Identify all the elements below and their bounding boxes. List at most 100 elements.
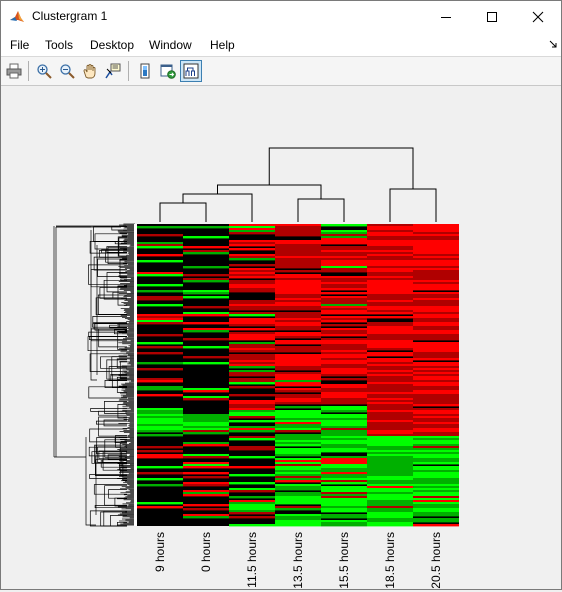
heatmap-cell xyxy=(137,478,183,481)
heatmap-cell xyxy=(229,324,275,327)
column-dendrogram-link xyxy=(268,147,414,189)
heatmap-cell xyxy=(321,524,367,527)
matlab-logo-icon xyxy=(9,9,25,25)
heatmap-cell xyxy=(275,508,321,511)
heatmap-cell xyxy=(183,226,229,229)
heatmap-cell xyxy=(137,246,183,249)
heatmap-cell xyxy=(229,314,275,317)
heatmap-cell xyxy=(275,270,321,273)
heatmap-cell xyxy=(183,346,229,349)
heatmap-cell xyxy=(137,484,183,487)
heatmap-cell xyxy=(137,298,183,301)
heatmap-cell xyxy=(229,394,275,397)
clustergram-plot[interactable]: 9 hours 0 hours 11.5 hours 13.5 hours 15.5 h… xyxy=(1,85,561,589)
insert-dendrogram-icon xyxy=(183,63,199,79)
heatmap-cell xyxy=(183,504,229,507)
heatmap-cell xyxy=(137,234,183,237)
heatmap-cell xyxy=(367,348,413,351)
heatmap-cell xyxy=(137,304,183,307)
heatmap-cell xyxy=(275,368,321,371)
window-title: Clustergram 1 xyxy=(32,9,108,23)
heatmap-cell xyxy=(183,516,229,519)
heatmap-cell xyxy=(413,520,459,523)
heatmap-cell xyxy=(137,322,183,325)
menu-file[interactable]: File xyxy=(10,38,29,52)
heatmap-cell xyxy=(183,444,229,447)
close-button[interactable] xyxy=(515,1,561,32)
zoom-in-button[interactable] xyxy=(33,60,55,82)
heatmap-cell xyxy=(183,314,229,317)
heatmap-cell xyxy=(321,312,367,315)
insert-dendrogram-button[interactable] xyxy=(180,60,202,82)
column-label: 15.5 hours xyxy=(337,532,351,589)
heatmap-cell xyxy=(229,374,275,377)
heatmap-cell xyxy=(229,244,275,247)
heatmap-cell xyxy=(183,292,229,295)
export-group-button[interactable] xyxy=(157,60,179,82)
export-group-icon xyxy=(160,64,176,79)
heatmap-cell xyxy=(321,320,367,323)
heatmap-cell xyxy=(275,384,321,387)
heatmap-cell xyxy=(137,346,183,349)
heatmap-cell xyxy=(275,390,321,393)
heatmap-cell xyxy=(321,510,367,513)
heatmap-cell xyxy=(229,232,275,235)
heatmap-cell xyxy=(183,390,229,393)
data-cursor-button[interactable] xyxy=(102,60,124,82)
heatmap-cell xyxy=(275,342,321,345)
menu-desktop[interactable]: Desktop xyxy=(90,38,134,52)
menu-tools[interactable]: Tools xyxy=(45,38,73,52)
heatmap-cell xyxy=(413,524,459,527)
heatmap-cell xyxy=(137,472,183,475)
heatmap-cell xyxy=(229,338,275,341)
heatmap-cell xyxy=(137,430,183,433)
heatmap-cell xyxy=(137,388,183,391)
heatmap-cell xyxy=(275,266,321,269)
row-dendrogram[interactable] xyxy=(53,223,135,527)
dock-arrow-icon[interactable] xyxy=(549,40,557,48)
heatmap-cell xyxy=(413,514,459,517)
heatmap-cell xyxy=(137,226,183,229)
toolbar-separator xyxy=(128,61,129,81)
minimize-button[interactable] xyxy=(423,1,469,32)
minimize-icon xyxy=(441,16,451,18)
zoom-out-button[interactable] xyxy=(56,60,78,82)
heatmap-cell xyxy=(321,334,367,337)
heatmap-cell xyxy=(183,362,229,365)
heatmap-cell xyxy=(275,350,321,353)
menu-help[interactable]: Help xyxy=(210,38,235,52)
heatmap-cell xyxy=(137,380,183,383)
heatmap-cell xyxy=(229,382,275,385)
heatmap-cell xyxy=(229,264,275,267)
heatmap-cell xyxy=(137,352,183,355)
heatmap-column xyxy=(183,224,229,526)
maximize-button[interactable] xyxy=(469,1,515,32)
heatmap-cell xyxy=(275,430,321,433)
print-button[interactable] xyxy=(3,60,25,82)
heatmap-cell xyxy=(183,398,229,401)
insert-colorbar-button[interactable] xyxy=(134,60,156,82)
heatmap-cell xyxy=(413,288,459,291)
heatmap-cell xyxy=(275,336,321,339)
heatmap-cell xyxy=(229,448,275,451)
heatmap-cell xyxy=(321,270,367,273)
heatmap-cell xyxy=(137,506,183,509)
heatmap-cell xyxy=(137,434,183,437)
heatmap-grid[interactable] xyxy=(137,224,459,527)
heatmap-cell xyxy=(137,446,183,449)
menu-window[interactable]: Window xyxy=(149,38,192,52)
heatmap-cell xyxy=(183,274,229,277)
heatmap-cell xyxy=(229,276,275,279)
heatmap-cell xyxy=(183,306,229,309)
pan-button[interactable] xyxy=(79,60,101,82)
column-dendrogram-link xyxy=(182,193,253,222)
zoom-out-icon xyxy=(60,64,75,79)
dendrogram-separator xyxy=(134,224,137,526)
heatmap-cell xyxy=(137,368,183,371)
heatmap-cell xyxy=(275,524,321,527)
heatmap-cell xyxy=(183,322,229,325)
heatmap-cell xyxy=(275,502,321,505)
heatmap-cell xyxy=(229,416,275,419)
heatmap-cell xyxy=(137,290,183,293)
heatmap-cell xyxy=(183,246,229,249)
